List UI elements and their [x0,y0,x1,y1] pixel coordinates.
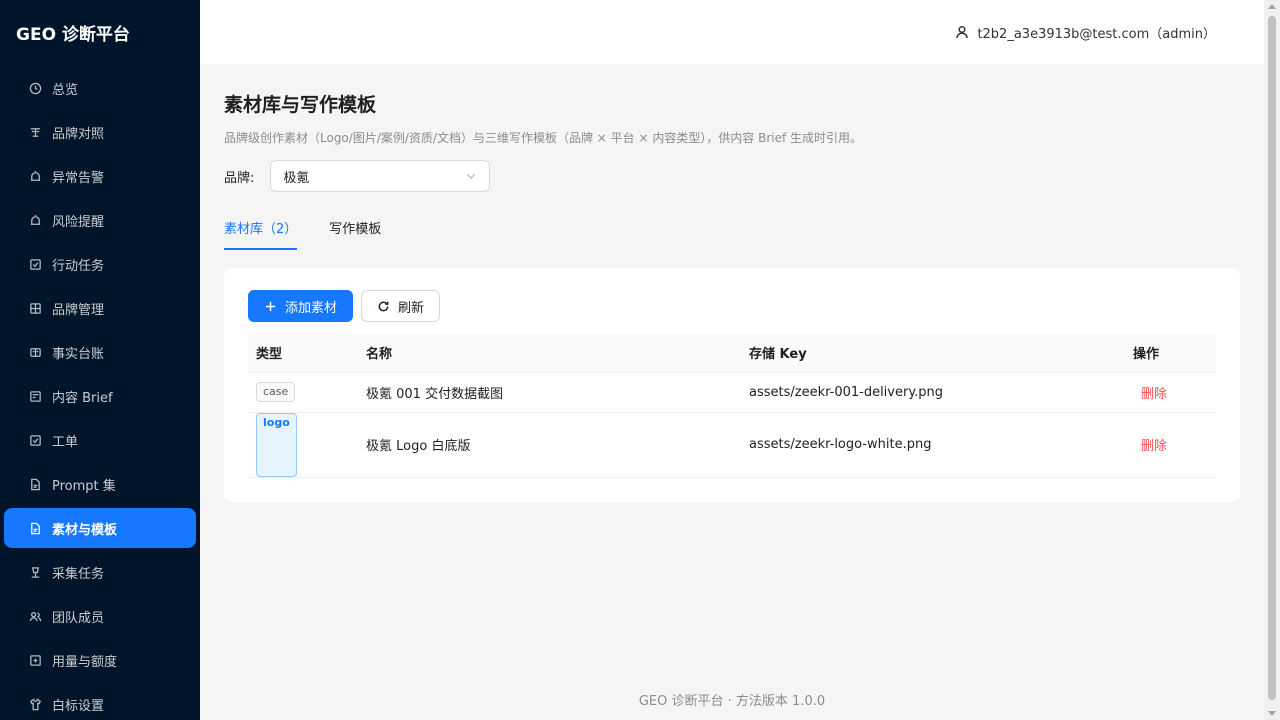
main-content: 素材库与写作模板 品牌级创作素材（Logo/图片/案例/资质/文档）与三维写作模… [200,64,1264,720]
sidebar-item-white-label[interactable]: 白标设置 [4,684,196,720]
chevron-down-icon [467,173,476,180]
sidebar-item-assets-templates[interactable]: 素材与模板 [4,508,196,548]
asset-table: 类型 名称 存储 Key 操作 case 极氪 001 交付数据截图 asset… [248,334,1216,478]
refresh-button[interactable]: 刷新 [361,290,441,322]
sidebar-item-brand-management[interactable]: 品牌管理 [4,288,196,328]
sidebar-item-label: 行动任务 [52,258,105,274]
collect-icon [28,565,42,579]
brand-filter: 品牌: 极氪 [224,160,1240,192]
sidebar-menu: 总览 品牌对照 异常告警 风险提醒 行动任务 品牌管理 事实台账 内容 Brie… [0,68,200,720]
type-tag: logo [256,412,297,477]
type-tag: case [256,382,296,402]
scroll-down-arrow-icon[interactable] [1268,711,1276,716]
brand-select-value: 极氪 [283,170,310,186]
check-square-icon [28,257,42,271]
sidebar-item-collection-tasks[interactable]: 采集任务 [4,552,196,592]
usage-icon [28,653,42,667]
sidebar-item-tickets[interactable]: 工单 [4,420,196,460]
clock-icon [28,81,42,95]
asset-storage-key: assets/zeekr-001-delivery.png [741,372,1125,413]
sidebar-item-action-tasks[interactable]: 行动任务 [4,244,196,284]
grid-icon [28,301,42,315]
sidebar-item-label: 用量与额度 [52,654,118,670]
table-row: case 极氪 001 交付数据截图 assets/zeekr-001-deli… [248,372,1216,413]
sidebar-item-label: 事实台账 [52,346,105,362]
column-header-actions: 操作 [1125,334,1216,373]
add-asset-button[interactable]: 添加素材 [248,290,354,322]
tab-asset-library[interactable]: 素材库（2） [224,210,298,250]
refresh-label: 刷新 [398,300,425,316]
user-menu[interactable]: t2b2_a3e3913b@test.com（admin） [955,23,1216,42]
sidebar-item-team-members[interactable]: 团队成员 [4,596,196,636]
plus-icon [264,300,277,313]
tab-writing-templates[interactable]: 写作模板 [329,210,381,250]
sidebar-item-label: 素材与模板 [52,522,118,538]
file-icon [28,521,42,535]
column-header-type: 类型 [248,334,358,373]
sidebar-item-label: 总览 [52,82,79,98]
refresh-icon [377,300,390,313]
brief-icon [28,389,42,403]
sidebar-item-label: 内容 Brief [52,390,113,406]
sidebar-item-label: Prompt 集 [52,478,116,494]
compare-icon [28,125,42,139]
sidebar-item-label: 风险提醒 [52,214,105,230]
user-email: t2b2_a3e3913b@test.com（admin） [977,26,1216,42]
column-header-name: 名称 [358,334,741,373]
ledger-icon [28,345,42,359]
asset-card: 添加素材 刷新 类型 名称 存储 Key 操作 case 极氪 001 交付数据… [224,268,1240,502]
asset-name: 极氪 Logo 白底版 [358,412,741,478]
page-scrollbar[interactable] [1264,0,1280,720]
ticket-icon [28,433,42,447]
sidebar-item-alerts[interactable]: 异常告警 [4,156,196,196]
asset-storage-key: assets/zeekr-logo-white.png [741,412,1125,478]
sidebar-item-usage-quota[interactable]: 用量与额度 [4,640,196,680]
sidebar-item-label: 品牌管理 [52,302,105,318]
scroll-up-arrow-icon[interactable] [1268,4,1276,9]
sidebar: GEO 诊断平台 总览 品牌对照 异常告警 风险提醒 行动任务 品牌管理 事实台… [0,0,200,720]
file-icon [28,477,42,491]
delete-button[interactable]: 删除 [1133,439,1167,454]
page-title: 素材库与写作模板 [224,94,377,116]
brand-select[interactable]: 极氪 [270,160,491,192]
brand-label: 品牌: [224,170,255,186]
sidebar-item-label: 采集任务 [52,566,105,582]
sidebar-item-label: 工单 [52,434,79,450]
sidebar-item-label: 白标设置 [52,698,105,714]
user-icon [956,25,969,39]
table-header-row: 类型 名称 存储 Key 操作 [248,334,1216,373]
shirt-icon [28,697,42,711]
sidebar-item-fact-ledger[interactable]: 事实台账 [4,332,196,372]
sidebar-item-label: 团队成员 [52,610,105,626]
scrollbar-thumb[interactable] [1268,16,1276,700]
add-asset-label: 添加素材 [285,300,338,316]
sidebar-item-label: 异常告警 [52,170,105,186]
asset-name: 极氪 001 交付数据截图 [358,372,741,413]
risk-icon [28,213,42,227]
sidebar-item-content-brief[interactable]: 内容 Brief [4,376,196,416]
sidebar-item-overview[interactable]: 总览 [4,68,196,108]
app-logo: GEO 诊断平台 [16,24,130,45]
sidebar-item-risk[interactable]: 风险提醒 [4,200,196,240]
team-icon [28,609,42,623]
table-row: logo 极氪 Logo 白底版 assets/zeekr-logo-white… [248,412,1216,478]
delete-button[interactable]: 删除 [1133,387,1167,402]
tabs: 素材库（2） 写作模板 [224,210,1240,250]
column-header-storage-key: 存储 Key [741,334,1125,373]
footer: GEO 诊断平台 · 方法版本 1.0.0 [638,694,826,709]
alert-icon [28,169,42,183]
toolbar: 添加素材 刷新 [248,290,1216,322]
sidebar-item-brand-compare[interactable]: 品牌对照 [4,112,196,152]
sidebar-item-label: 品牌对照 [52,126,105,142]
page-description: 品牌级创作素材（Logo/图片/案例/资质/文档）与三维写作模板（品牌 × 平台… [224,131,863,145]
sidebar-item-prompt-sets[interactable]: Prompt 集 [4,464,196,504]
top-header: t2b2_a3e3913b@test.com（admin） [200,0,1264,64]
